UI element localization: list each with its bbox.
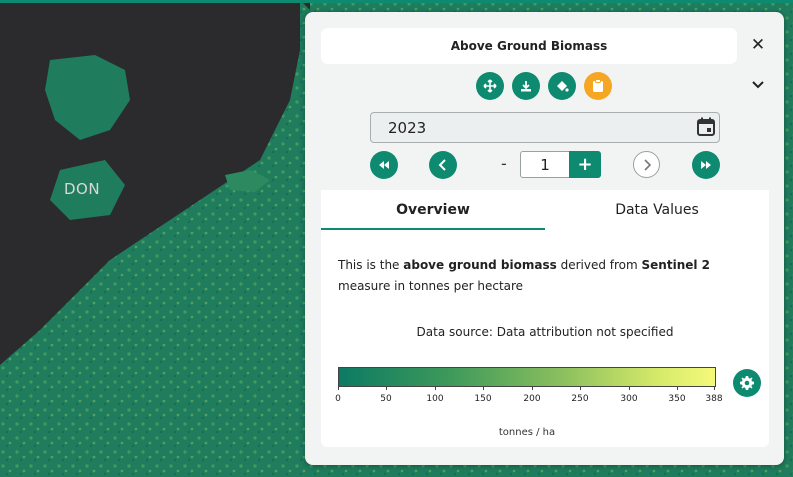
legend-tick-label: 150 [474,394,492,404]
legend-tick-mark [629,386,630,390]
legend-tick-mark [532,386,533,390]
date-input[interactable]: 2023 [370,112,720,143]
tab-overview[interactable]: Overview [321,190,545,230]
legend-tick-mark [386,386,387,390]
legend-tick-mark [483,386,484,390]
description-text-3: measure in tonnes per hectare [338,279,524,293]
description-text-2: derived from [556,258,642,272]
first-step-button[interactable] [370,151,398,179]
layer-toolbar [476,72,612,100]
info-content: Overview Data Values This is the above g… [321,190,769,447]
increment-button[interactable]: + [569,151,601,178]
clipboard-icon[interactable] [584,72,612,100]
layer-description: This is the above ground biomass derived… [338,255,748,297]
top-accent-line [0,0,793,3]
legend-tick-label: 250 [571,394,589,404]
map-place-label: DON [64,180,101,198]
legend-tick-label: 350 [668,394,686,404]
calendar-icon[interactable] [696,117,716,137]
next-step-button[interactable] [633,151,660,178]
legend-tick-label: 100 [426,394,444,404]
description-text-1: This is the [338,258,404,272]
move-icon[interactable] [476,72,504,100]
description-bold-1: above ground biomass [403,258,557,272]
last-step-button[interactable] [692,151,720,179]
step-input[interactable]: 1 [520,151,569,178]
date-value: 2023 [388,119,427,137]
time-navigation: - 1 + [305,151,784,179]
active-tab-indicator [321,228,545,230]
legend-color-bar [338,367,716,387]
plus-label: + [577,154,593,175]
decrement-button[interactable]: - [501,154,507,173]
download-icon[interactable] [512,72,540,100]
panel-title: Above Ground Biomass [321,28,737,64]
chevron-down-icon[interactable] [749,76,767,94]
legend-unit: tonnes / ha [498,427,556,438]
gear-icon[interactable] [733,369,761,397]
legend-ticks: 0 50 100 150 200 250 300 350 388 [335,386,723,410]
legend-tick-mark [338,386,339,390]
close-icon[interactable]: ✕ [749,35,767,55]
description-bold-2: Sentinel 2 [641,258,711,272]
legend-tick-label: 0 [335,394,341,404]
data-source: Data source: Data attribution not specif… [416,325,674,339]
paint-bucket-icon[interactable] [548,72,576,100]
legend-tick-label: 300 [620,394,638,404]
legend-tick-label: 388 [705,394,723,404]
legend-tick-mark [714,386,715,390]
layer-info-panel: Above Ground Biomass ✕ 2023 - 1 + Overvi… [305,12,784,465]
legend-tick-label: 200 [523,394,541,404]
legend-tick-mark [677,386,678,390]
tab-data-values[interactable]: Data Values [545,190,769,230]
legend-tick-mark [580,386,581,390]
previous-step-button[interactable] [429,151,457,179]
legend-tick-mark [435,386,436,390]
legend-tick-label: 50 [380,394,392,404]
